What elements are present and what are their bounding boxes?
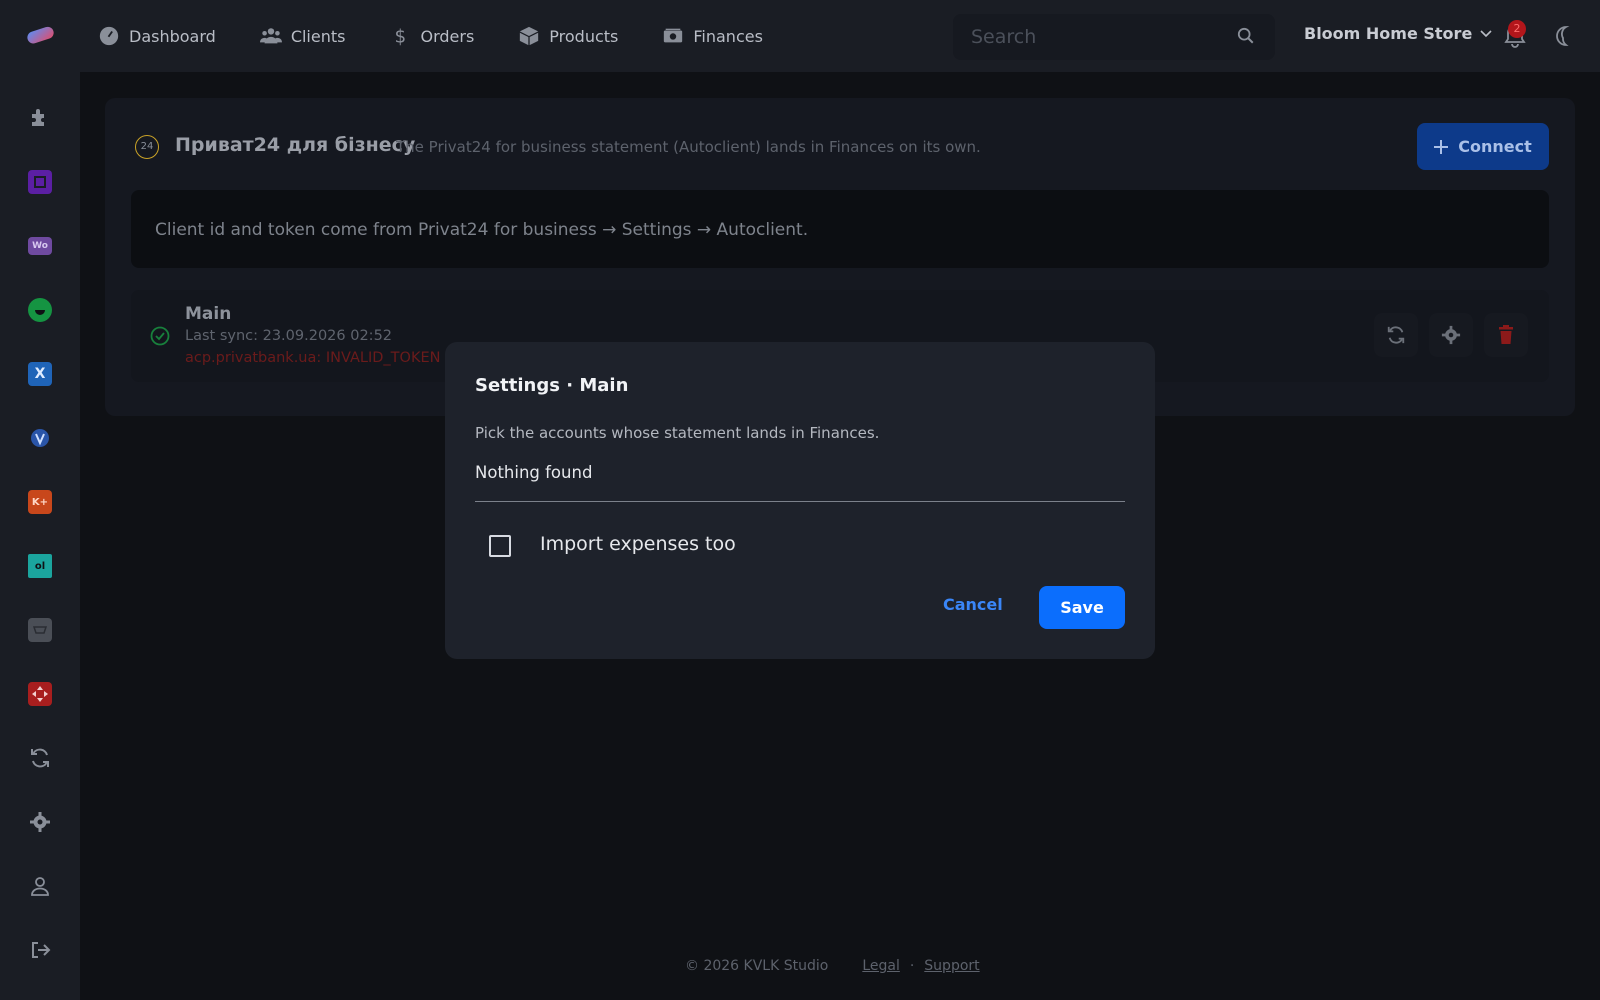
k-plus-icon: K+: [31, 496, 49, 508]
sidebar-item-settings[interactable]: [28, 810, 52, 834]
nav-dashboard[interactable]: Dashboard: [98, 25, 216, 47]
square-app-icon: [34, 176, 46, 188]
footer-spacer: [838, 958, 852, 974]
box-icon: [520, 26, 539, 46]
top-bar: Dashboard Clients $ Orders Products Fina…: [0, 0, 1600, 72]
nav-label: Dashboard: [129, 26, 216, 46]
shield-v-icon: [31, 429, 49, 447]
money-icon: [664, 28, 683, 43]
import-expenses-label[interactable]: Import expenses too: [540, 533, 736, 555]
nav-finances[interactable]: Finances: [662, 25, 763, 47]
nav-orders[interactable]: $ Orders: [389, 25, 474, 47]
logout-icon: [32, 942, 51, 958]
sidebar-item-nova[interactable]: [28, 682, 52, 706]
nav-products[interactable]: Products: [518, 25, 618, 47]
sidebar-item-sync[interactable]: [28, 746, 52, 770]
nav-label: Finances: [693, 26, 763, 46]
moon-icon[interactable]: [1552, 25, 1574, 47]
sidebar-item-profile[interactable]: [28, 874, 52, 898]
footer: © 2026 KVLK Studio Legal · Support: [685, 958, 980, 974]
sidebar-item-app-square[interactable]: [28, 170, 52, 194]
sidebar-item-cart[interactable]: [28, 618, 52, 642]
dollar-icon: $: [395, 26, 407, 47]
chevron-down-icon: [1480, 29, 1492, 37]
search-input[interactable]: [953, 14, 1275, 60]
modal-description: Pick the accounts whose statement lands …: [475, 424, 880, 442]
nav-label: Orders: [420, 26, 475, 46]
sidebar-item-integrations[interactable]: [28, 106, 52, 130]
import-expenses-checkbox[interactable]: [489, 535, 511, 557]
nav-label: Clients: [290, 26, 346, 46]
store-name: Bloom Home Store: [1304, 24, 1473, 43]
search-box: [953, 14, 1275, 60]
gauge-icon: [99, 26, 119, 46]
puzzle-icon: [32, 109, 44, 126]
gear-icon: [30, 812, 50, 832]
store-switcher[interactable]: Bloom Home Store: [1304, 24, 1492, 43]
cancel-button[interactable]: Cancel: [943, 595, 1003, 614]
svg-text:$: $: [395, 26, 407, 47]
save-button[interactable]: Save: [1039, 586, 1125, 629]
nova-icon: [32, 686, 48, 702]
notification-badge: 2: [1508, 20, 1526, 38]
modal-title: Settings · Main: [475, 375, 629, 396]
nav-label: Products: [549, 26, 619, 46]
sidebar: Wo X K+ ol: [0, 72, 80, 1000]
footer-legal-link[interactable]: Legal: [862, 958, 900, 974]
nav-clients[interactable]: Clients: [259, 25, 346, 47]
sidebar-item-shield[interactable]: [28, 426, 52, 450]
smile-icon: [35, 310, 45, 315]
footer-support-link[interactable]: Support: [924, 958, 979, 974]
sync-icon: [31, 748, 49, 768]
accounts-select-value: Nothing found: [475, 463, 593, 482]
app-logo-icon[interactable]: [26, 24, 56, 46]
sidebar-item-smile[interactable]: [28, 298, 52, 322]
sidebar-item-woocommerce[interactable]: Wo: [28, 237, 52, 255]
x-app-icon: X: [34, 366, 46, 382]
footer-separator: ·: [909, 958, 915, 974]
main-nav: Dashboard Clients $ Orders Products Fina…: [98, 0, 807, 72]
sidebar-item-olx[interactable]: ol: [28, 554, 52, 578]
sidebar-item-logout[interactable]: [28, 938, 52, 962]
search-icon[interactable]: [1237, 27, 1255, 45]
cart-icon: [32, 626, 48, 634]
olx-icon: ol: [34, 560, 46, 572]
sidebar-item-x[interactable]: X: [28, 362, 52, 386]
woo-icon: Wo: [32, 241, 48, 251]
users-icon: [259, 28, 282, 44]
sidebar-item-kplus[interactable]: K+: [28, 490, 52, 514]
user-icon: [31, 877, 49, 896]
footer-copyright: © 2026 KVLK Studio: [685, 958, 829, 974]
